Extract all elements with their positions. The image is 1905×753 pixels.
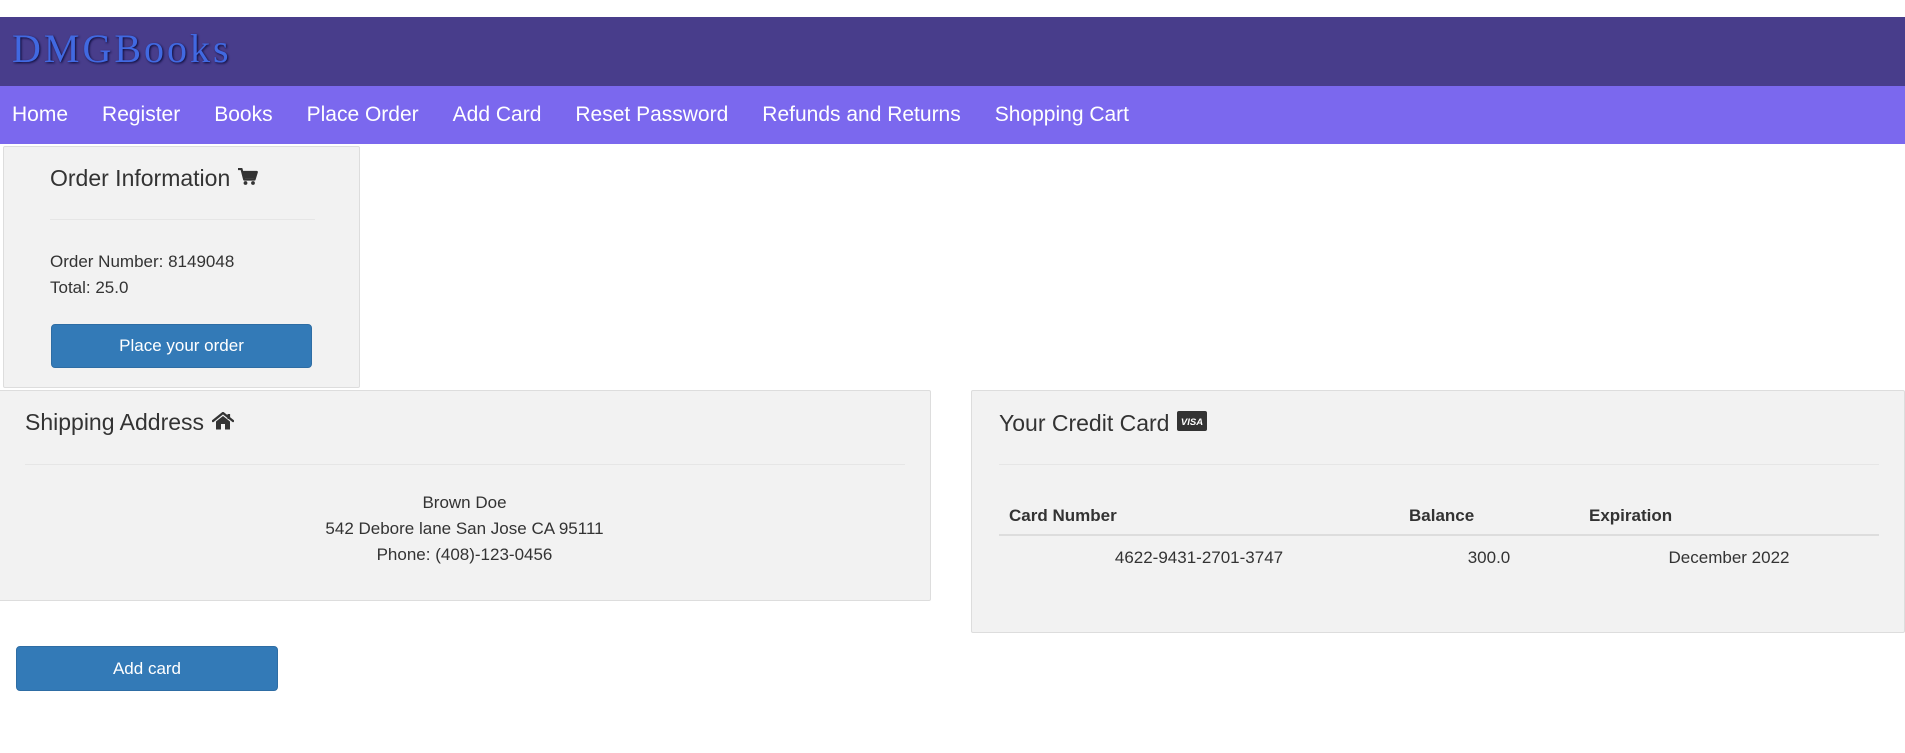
table-header-row: Card Number Balance Expiration bbox=[999, 498, 1879, 536]
nav-item-register[interactable]: Register bbox=[102, 103, 214, 127]
shipping-divider bbox=[25, 464, 905, 465]
place-order-button[interactable]: Place your order bbox=[51, 324, 312, 368]
order-information-title: Order Information bbox=[50, 165, 259, 191]
visa-icon-text: VISA bbox=[1181, 417, 1203, 428]
order-information-panel: Order Information Order Number: 8149048 … bbox=[3, 146, 360, 388]
visa-card-icon: VISA bbox=[1177, 411, 1208, 435]
table-row: 4622-9431-2701-3747 300.0 December 2022 bbox=[999, 535, 1879, 580]
nav-item-books[interactable]: Books bbox=[214, 103, 306, 127]
order-number: Order Number: 8149048 bbox=[50, 252, 235, 271]
phone-number: Phone: (408)-123-0456 bbox=[376, 545, 553, 564]
shopping-cart-icon bbox=[238, 167, 259, 190]
shipping-address-title-text: Shipping Address bbox=[25, 409, 205, 435]
nav-list: Home Register Books Place Order Add Card… bbox=[0, 86, 1905, 144]
column-header-balance: Balance bbox=[1399, 498, 1579, 536]
balance-cell: 300.0 bbox=[1467, 548, 1511, 567]
nav-item-home[interactable]: Home bbox=[12, 103, 102, 127]
shipping-address-title: Shipping Address bbox=[25, 409, 235, 435]
column-header-card-number: Card Number bbox=[999, 498, 1399, 536]
shipping-address-panel: Shipping Address Brown Doe 542 Debore la… bbox=[0, 390, 931, 601]
column-header-expiration: Expiration bbox=[1579, 498, 1879, 536]
brand-logo-text[interactable]: DMGBooks bbox=[12, 29, 232, 69]
expiration-cell: December 2022 bbox=[1668, 548, 1790, 567]
street-address: 542 Debore lane San Jose CA 95111 bbox=[325, 519, 604, 538]
order-details: Order Number: 8149048 Total: 25.0 bbox=[50, 249, 234, 301]
card-number-cell: 4622-9431-2701-3747 bbox=[1114, 548, 1284, 567]
nav-item-reset-password[interactable]: Reset Password bbox=[575, 103, 762, 127]
main-nav: Home Register Books Place Order Add Card… bbox=[0, 86, 1905, 144]
page: DMGBooks Home Register Books Place Order… bbox=[0, 0, 1905, 753]
order-divider bbox=[50, 219, 315, 220]
header-bar: DMGBooks bbox=[0, 17, 1905, 86]
recipient-name: Brown Doe bbox=[422, 493, 507, 512]
credit-card-divider bbox=[999, 464, 1879, 465]
nav-item-add-card[interactable]: Add Card bbox=[453, 103, 576, 127]
nav-item-refunds-returns[interactable]: Refunds and Returns bbox=[762, 103, 994, 127]
home-icon bbox=[212, 411, 235, 434]
nav-item-place-order[interactable]: Place Order bbox=[307, 103, 453, 127]
credit-card-panel: Your Credit Card VISA Card Number Balanc… bbox=[971, 390, 1905, 633]
add-card-button[interactable]: Add card bbox=[16, 646, 278, 691]
order-total: Total: 25.0 bbox=[50, 278, 129, 297]
nav-item-shopping-cart[interactable]: Shopping Cart bbox=[995, 103, 1163, 127]
credit-card-title: Your Credit Card VISA bbox=[999, 409, 1208, 436]
order-information-title-text: Order Information bbox=[50, 165, 231, 191]
credit-card-table: Card Number Balance Expiration 4622-9431… bbox=[999, 498, 1879, 580]
shipping-address-block: Brown Doe 542 Debore lane San Jose CA 95… bbox=[0, 490, 930, 568]
credit-card-title-text: Your Credit Card bbox=[999, 409, 1170, 436]
